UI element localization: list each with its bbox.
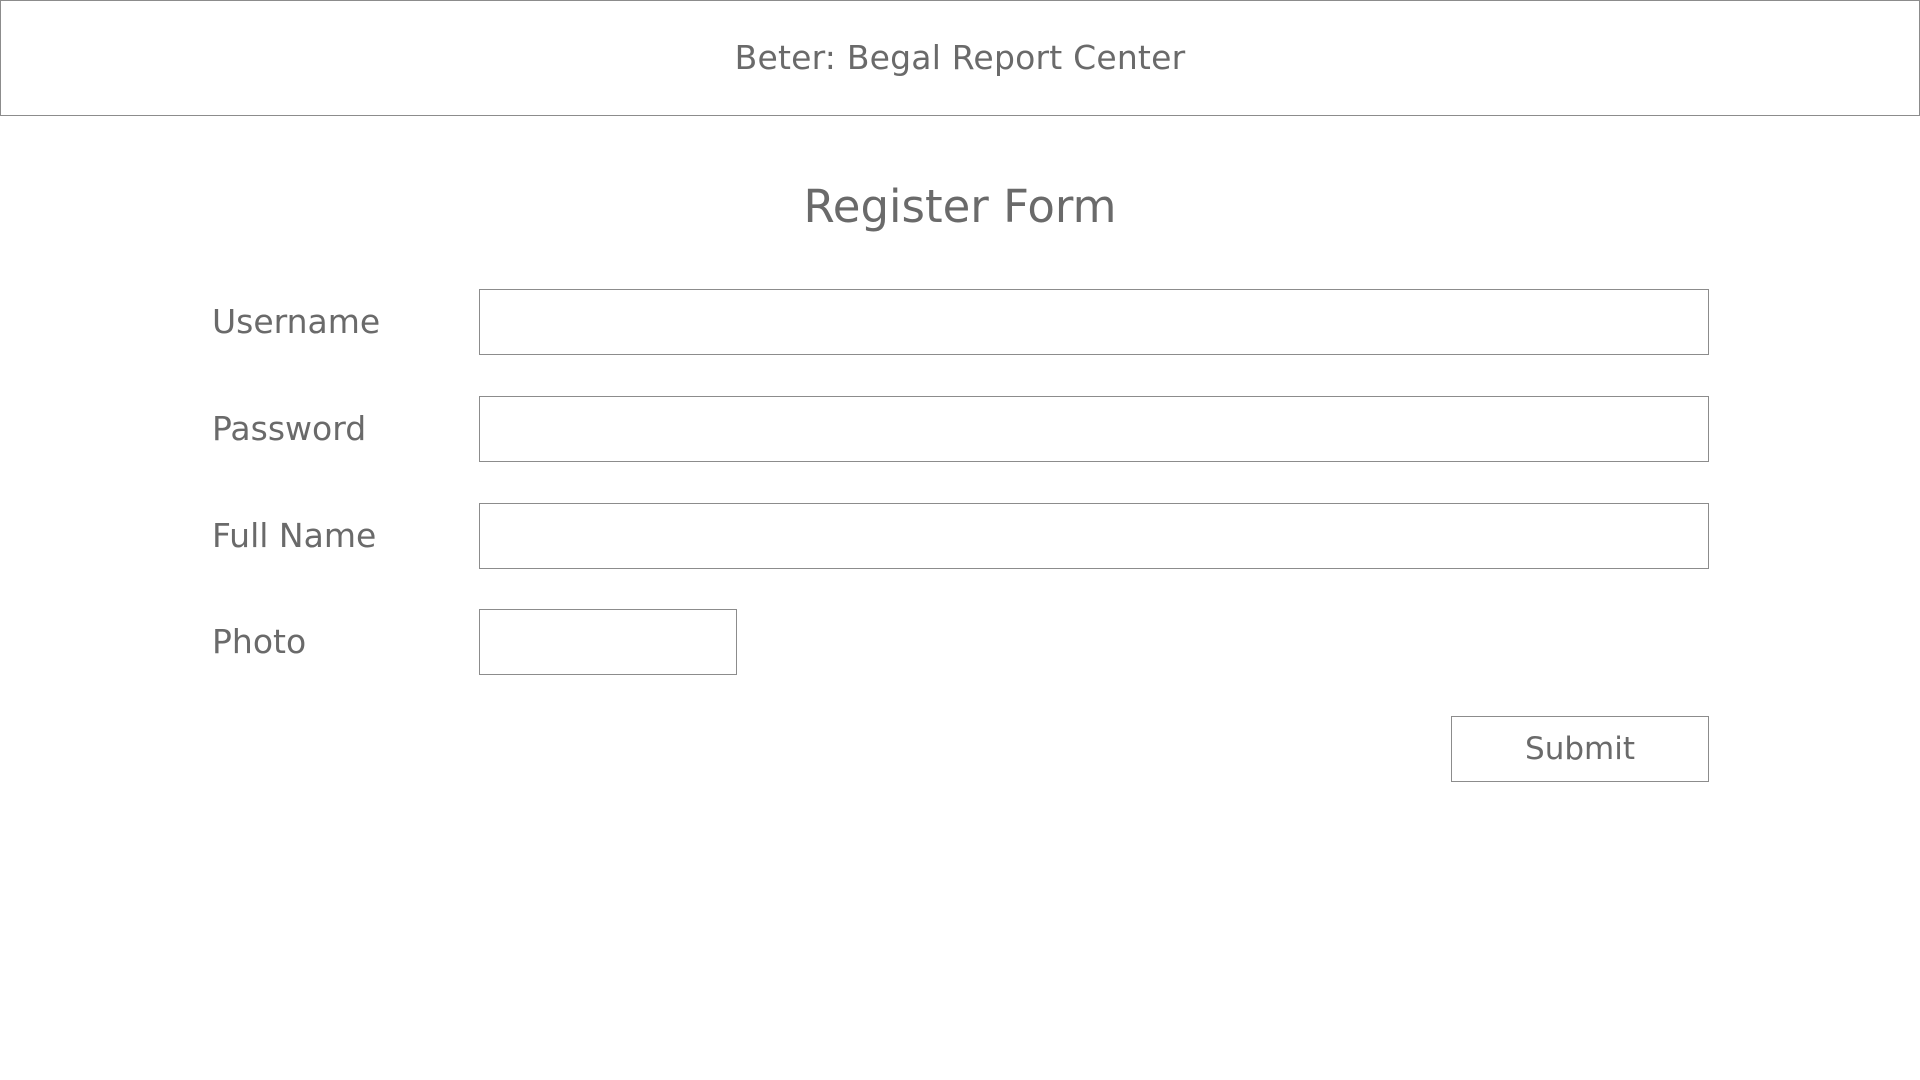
app-title: Beter: Begal Report Center — [734, 37, 1186, 77]
photo-upload-field[interactable] — [479, 609, 737, 675]
app-header: Beter: Begal Report Center — [0, 0, 1920, 116]
full-name-label: Full Name — [212, 516, 377, 555]
photo-label: Photo — [212, 622, 307, 661]
username-input[interactable] — [479, 289, 1709, 355]
username-label: Username — [212, 302, 381, 341]
full-name-input[interactable] — [479, 503, 1709, 569]
submit-button[interactable]: Submit — [1451, 716, 1709, 782]
password-label: Password — [212, 409, 367, 448]
page-title: Register Form — [803, 180, 1117, 233]
password-input[interactable] — [479, 396, 1709, 462]
